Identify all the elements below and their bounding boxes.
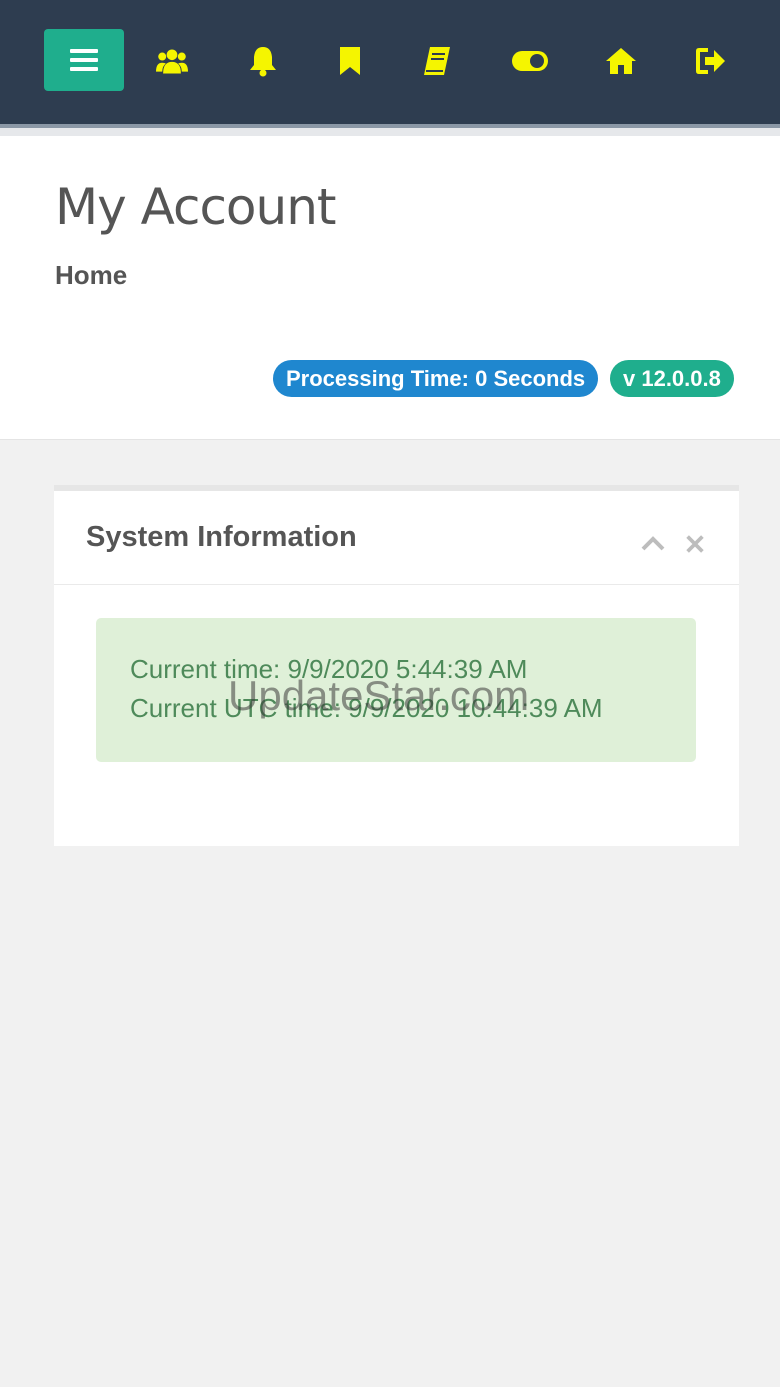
book-icon	[424, 47, 450, 75]
bell-icon	[250, 47, 276, 77]
watermark: UpdateStar.com	[228, 672, 530, 719]
system-information-panel: System Information Current time: 9/9/202…	[54, 485, 739, 846]
sign-out-icon	[696, 48, 725, 74]
page-header: My Account Home Processing Time: 0 Secon…	[0, 136, 780, 440]
toggle-icon	[512, 51, 548, 71]
panel-title: System Information	[86, 521, 357, 553]
home-button[interactable]	[604, 44, 638, 78]
menu-icon	[70, 49, 98, 71]
menu-toggle-button[interactable]	[44, 29, 124, 91]
close-button[interactable]	[682, 531, 708, 557]
collapse-button[interactable]	[640, 531, 666, 557]
home-icon	[606, 48, 636, 74]
bookmark-icon	[340, 47, 360, 75]
version-badge: v 12.0.0.8	[610, 360, 734, 397]
navbar-shadow	[0, 128, 780, 136]
chevron-up-icon	[641, 536, 665, 551]
top-navbar	[0, 0, 780, 128]
toggle-button[interactable]	[511, 44, 549, 78]
close-icon	[686, 535, 704, 553]
sign-out-button[interactable]	[693, 44, 727, 78]
page-title: My Account	[55, 178, 337, 236]
processing-time-badge: Processing Time: 0 Seconds	[273, 360, 599, 397]
users-button[interactable]	[155, 44, 189, 78]
book-button[interactable]	[420, 44, 454, 78]
panel-divider	[54, 584, 739, 585]
users-icon	[156, 49, 188, 74]
notifications-button[interactable]	[246, 44, 280, 78]
breadcrumb-home[interactable]: Home	[55, 260, 127, 291]
bookmarks-button[interactable]	[333, 44, 367, 78]
